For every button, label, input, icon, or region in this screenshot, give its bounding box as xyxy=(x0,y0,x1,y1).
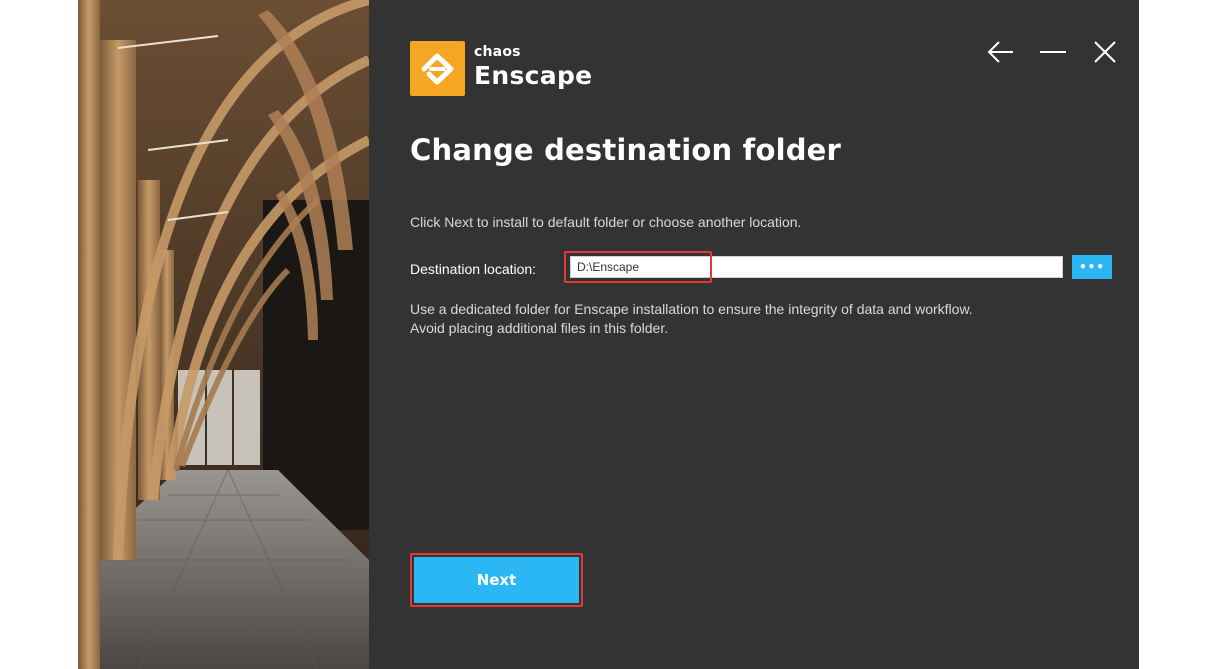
close-icon xyxy=(1094,41,1116,63)
next-button[interactable]: Next xyxy=(414,557,579,603)
note-line-1: Use a dedicated folder for Enscape insta… xyxy=(410,301,973,317)
back-button[interactable] xyxy=(987,38,1015,66)
enscape-logo-mark xyxy=(410,41,465,96)
note-line-2: Avoid placing additional files in this f… xyxy=(410,320,669,336)
enscape-e-icon xyxy=(421,53,454,85)
brand-product: Enscape xyxy=(474,61,593,90)
enscape-logo: chaos Enscape xyxy=(410,41,600,97)
close-button[interactable] xyxy=(1091,38,1119,66)
destination-path-input[interactable] xyxy=(570,256,1063,278)
corridor-photo xyxy=(78,0,369,669)
minimize-icon xyxy=(1040,51,1066,53)
arrow-left-icon xyxy=(987,41,1013,63)
browse-button[interactable]: ••• xyxy=(1072,255,1112,279)
minimize-button[interactable] xyxy=(1039,38,1067,66)
hero-image xyxy=(78,0,369,669)
instruction-text: Click Next to install to default folder … xyxy=(410,214,802,230)
page-title: Change destination folder xyxy=(410,133,842,167)
destination-label: Destination location: xyxy=(410,261,537,277)
brand-company: chaos xyxy=(474,44,521,60)
installer-dialog: chaos Enscape Change destination folder … xyxy=(369,0,1139,669)
